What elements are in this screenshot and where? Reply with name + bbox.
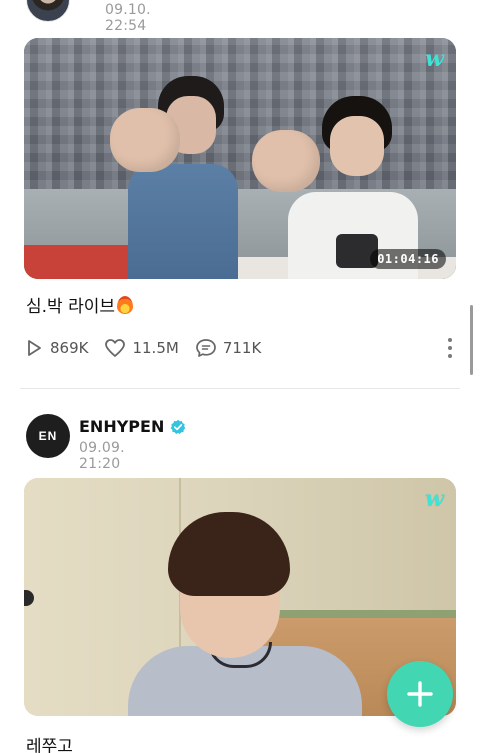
likes-count: 11.5M: [132, 339, 179, 357]
author-name[interactable]: ENHYPEN: [79, 417, 186, 436]
plus-icon: [407, 681, 433, 707]
post-timestamp: 09.10. 22:54: [105, 2, 151, 34]
comments-count: 711K: [222, 339, 262, 357]
author-name-text: ENHYPEN: [79, 417, 165, 436]
views-count: 869K: [50, 339, 89, 357]
post-caption[interactable]: 레쭈고: [26, 732, 73, 753]
post-timestamp: 09.09. 21:20: [79, 440, 125, 472]
fist-right: [252, 130, 320, 192]
likes-stat[interactable]: 11.5M: [104, 338, 179, 358]
post-caption[interactable]: 심.박 라이브: [26, 292, 134, 317]
weverse-logo: w: [425, 46, 444, 72]
comments-stat[interactable]: 711K: [195, 338, 261, 358]
views-stat: 869K: [24, 338, 88, 358]
avatar-logo-text: EN: [38, 429, 58, 443]
heart-icon: [105, 339, 126, 357]
verified-badge-icon: [171, 419, 186, 434]
person-left: [110, 76, 238, 279]
caption-text: 심.박 라이브: [26, 297, 116, 317]
scrollbar[interactable]: [470, 305, 473, 375]
create-post-button[interactable]: [387, 661, 453, 727]
video-thumbnail[interactable]: w 01:04:16: [24, 38, 456, 279]
avatar[interactable]: [26, 0, 70, 22]
fire-icon: [117, 296, 134, 314]
feed: 09.10. 22:54 w 01:04:16 심.박 라이브 869K 11.…: [0, 0, 480, 753]
video-duration: 01:04:16: [370, 249, 446, 269]
weverse-logo: w: [425, 486, 444, 512]
more-options-icon[interactable]: [446, 336, 454, 360]
post-header: 09.10. 22:54: [26, 0, 151, 34]
person: [120, 512, 362, 716]
caption-text: 레쭈고: [26, 737, 73, 753]
fist-left: [110, 108, 180, 172]
comment-icon: [195, 339, 216, 357]
post-header: EN ENHYPEN 09.09. 21:20: [26, 414, 186, 472]
play-icon: [28, 340, 41, 356]
post-divider: [20, 388, 460, 389]
avatar[interactable]: EN: [26, 414, 70, 458]
post-stats: 869K 11.5M 711K: [24, 336, 456, 360]
